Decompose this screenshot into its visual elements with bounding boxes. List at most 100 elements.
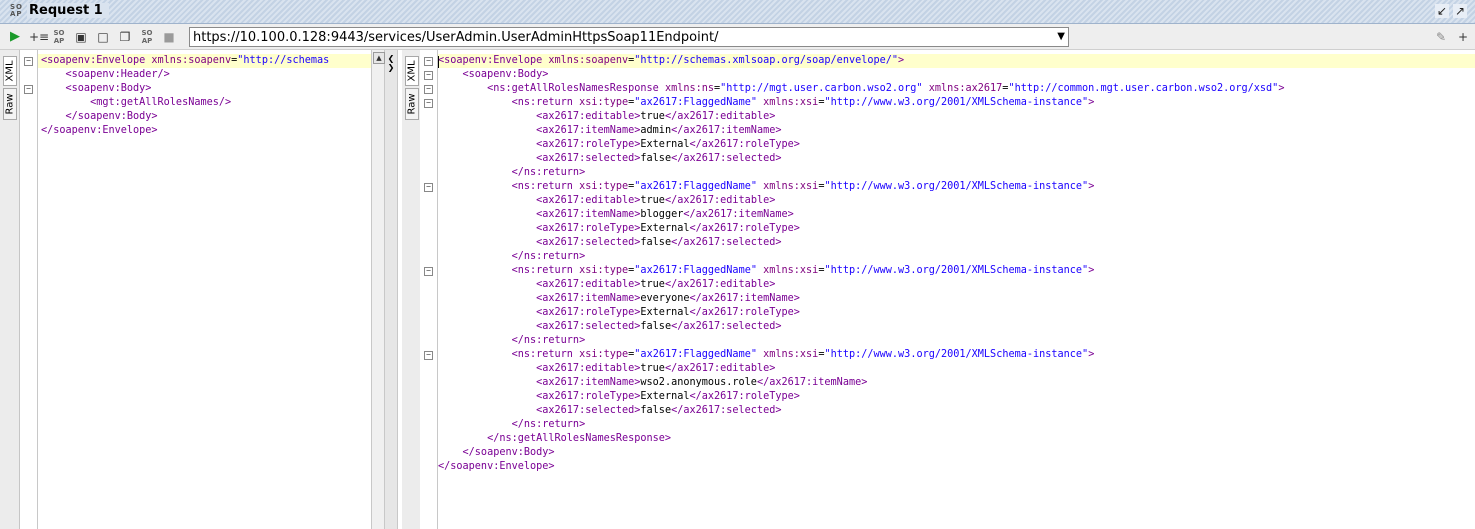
code-line: <ax2617:selected>false</ax2617:selected> bbox=[438, 320, 1475, 334]
request-toolbar: ▶ +≡ SO AP ▣ □ ❐ SO AP ■ https://10.100.0.… bbox=[0, 24, 1475, 50]
xml-token: <ax2617:itemName> bbox=[438, 377, 641, 388]
xml-token: <soapenv:Envelope bbox=[41, 55, 152, 66]
request-xml-editor[interactable]: <soapenv:Envelope xmlns:soapenv="http://… bbox=[38, 50, 371, 529]
xml-token: <ax2617:roleType> bbox=[438, 307, 641, 318]
code-line: <ax2617:itemName>wso2.anonymous.role</ax… bbox=[438, 376, 1475, 390]
split-right-arrow-icon[interactable]: ❯ bbox=[386, 63, 396, 72]
xml-token: </ns:return> bbox=[438, 335, 586, 346]
code-line: <ns:return xsi:type="ax2617:FlaggedName"… bbox=[438, 264, 1475, 278]
settings-icon[interactable]: ✎ bbox=[1433, 29, 1449, 45]
xml-token: > bbox=[1088, 181, 1095, 192]
xml-token: </soapenv:Body> bbox=[41, 111, 158, 122]
endpoint-url: https://10.100.0.128:9443/services/UserA… bbox=[193, 30, 719, 45]
xml-token: </ns:return> bbox=[438, 251, 586, 262]
xml-token: true bbox=[640, 363, 665, 374]
fold-collapse-icon[interactable]: − bbox=[424, 71, 433, 80]
request-fold-gutter: − − bbox=[20, 50, 38, 529]
fold-collapse-icon[interactable]: − bbox=[424, 267, 433, 276]
soap-logo-icon[interactable]: SO AP bbox=[139, 29, 155, 45]
code-line: <ax2617:selected>false</ax2617:selected> bbox=[438, 152, 1475, 166]
xml-token: "ax2617:FlaggedName" bbox=[634, 97, 757, 108]
xml-token: xsi:type bbox=[579, 97, 629, 108]
split-left-arrow-icon[interactable]: ❮ bbox=[386, 54, 396, 63]
xml-token: <soapenv:Header/> bbox=[41, 69, 170, 80]
code-line: <mgt:getAllRolesNames/> bbox=[38, 96, 371, 110]
xml-token: </ax2617:editable> bbox=[664, 363, 776, 374]
window-icon[interactable]: □ bbox=[95, 29, 111, 45]
xml-token: </ax2617:roleType> bbox=[689, 307, 800, 318]
xml-token: xmlns:xsi bbox=[756, 265, 819, 276]
code-line: </soapenv:Body> bbox=[38, 110, 371, 124]
xml-token: true bbox=[640, 195, 665, 206]
add-icon[interactable]: + bbox=[1455, 29, 1471, 45]
tab-request-xml[interactable]: XML bbox=[3, 56, 17, 86]
maximize-icon[interactable]: ↗ bbox=[1453, 4, 1467, 18]
xml-token: </ax2617:itemName> bbox=[689, 293, 800, 304]
xml-token: </ax2617:selected> bbox=[671, 153, 782, 164]
dropdown-icon[interactable]: ▼ bbox=[1057, 31, 1065, 42]
fold-collapse-icon[interactable]: − bbox=[424, 351, 433, 360]
xml-token: <ax2617:itemName> bbox=[438, 209, 641, 220]
code-line: <ns:return xsi:type="ax2617:FlaggedName"… bbox=[438, 180, 1475, 194]
xml-token: "http://mgt.user.carbon.wso2.org" bbox=[720, 83, 923, 94]
code-line: <ax2617:roleType>External</ax2617:roleTy… bbox=[438, 390, 1475, 404]
scroll-up-icon[interactable]: ▲ bbox=[373, 52, 385, 64]
xml-token: </ax2617:roleType> bbox=[689, 139, 800, 150]
xml-token: External bbox=[640, 307, 690, 318]
tab-response-xml[interactable]: XML bbox=[405, 56, 419, 86]
fold-collapse-icon[interactable]: − bbox=[424, 99, 433, 108]
xml-token: </ax2617:roleType> bbox=[689, 223, 800, 234]
response-xml-editor[interactable]: <soapenv:Envelope xmlns:soapenv="http://… bbox=[438, 50, 1475, 529]
restore-icon[interactable]: ↙ bbox=[1435, 4, 1449, 18]
xml-token: <ns:return bbox=[438, 181, 580, 192]
fold-collapse-icon[interactable]: − bbox=[24, 85, 33, 94]
code-line: <soapenv:Body> bbox=[38, 82, 371, 96]
xml-token: false bbox=[640, 321, 672, 332]
code-line: <soapenv:Body> bbox=[438, 68, 1475, 82]
add-assertion-icon[interactable]: +≡ bbox=[29, 29, 49, 45]
endpoint-url-select[interactable]: https://10.100.0.128:9443/services/UserA… bbox=[189, 27, 1069, 47]
xml-token: </ax2617:selected> bbox=[671, 321, 782, 332]
fold-collapse-icon[interactable]: − bbox=[24, 57, 33, 66]
xml-token: </ax2617:editable> bbox=[664, 111, 776, 122]
xml-token: <ax2617:editable> bbox=[438, 363, 641, 374]
run-icon[interactable]: ▶ bbox=[7, 29, 23, 45]
xml-token: <ax2617:selected> bbox=[438, 321, 641, 332]
fold-collapse-icon[interactable]: − bbox=[424, 85, 433, 94]
code-line: <ns:getAllRolesNamesResponse xmlns:ns="h… bbox=[438, 82, 1475, 96]
tab-label: Raw bbox=[406, 93, 418, 115]
fold-collapse-icon[interactable]: − bbox=[424, 183, 433, 192]
xml-token: "http://www.w3.org/2001/XMLSchema-instan… bbox=[824, 97, 1089, 108]
xml-token: xsi:type bbox=[579, 265, 629, 276]
xml-token: <ax2617:selected> bbox=[438, 153, 641, 164]
tab-request-raw[interactable]: Raw bbox=[3, 88, 17, 120]
xml-token: <ax2617:itemName> bbox=[438, 125, 641, 136]
xml-token: false bbox=[640, 237, 672, 248]
xml-token: "http://schemas.xmlsoap.org/soap/envelop… bbox=[634, 55, 899, 66]
request-scrollbar[interactable]: ▲ bbox=[371, 50, 385, 529]
xml-token: "http://www.w3.org/2001/XMLSchema-instan… bbox=[824, 265, 1089, 276]
stop-icon[interactable]: ■ bbox=[161, 29, 177, 45]
code-line: <ax2617:editable>true</ax2617:editable> bbox=[438, 194, 1475, 208]
code-line: <ax2617:selected>false</ax2617:selected> bbox=[438, 404, 1475, 418]
fit-icon[interactable]: ▣ bbox=[73, 29, 89, 45]
xml-token: wso2.anonymous.role bbox=[640, 377, 757, 388]
copy-icon[interactable]: ❐ bbox=[117, 29, 133, 45]
panel-splitter[interactable]: ❮ ❯ bbox=[385, 50, 398, 529]
soap-logo-icon[interactable]: SO AP bbox=[51, 29, 67, 45]
code-line: </soapenv:Body> bbox=[438, 446, 1475, 460]
xml-token: xmlns:ax2617 bbox=[922, 83, 1003, 94]
xml-token: <ax2617:selected> bbox=[438, 237, 641, 248]
xml-token: > bbox=[1088, 349, 1095, 360]
xml-token: External bbox=[640, 391, 690, 402]
request-view-tabs: XML Raw bbox=[0, 50, 20, 529]
xml-token: "http://www.w3.org/2001/XMLSchema-instan… bbox=[824, 181, 1089, 192]
code-line: <ax2617:roleType>External</ax2617:roleTy… bbox=[438, 306, 1475, 320]
code-line: </soapenv:Envelope> bbox=[438, 460, 1475, 474]
xml-token: </ax2617:editable> bbox=[664, 195, 776, 206]
xml-token: "http://schemas bbox=[237, 55, 330, 66]
xml-token: blogger bbox=[640, 209, 684, 220]
xml-token: </ax2617:selected> bbox=[671, 405, 782, 416]
tab-response-raw[interactable]: Raw bbox=[405, 88, 419, 120]
fold-collapse-icon[interactable]: − bbox=[424, 57, 433, 66]
